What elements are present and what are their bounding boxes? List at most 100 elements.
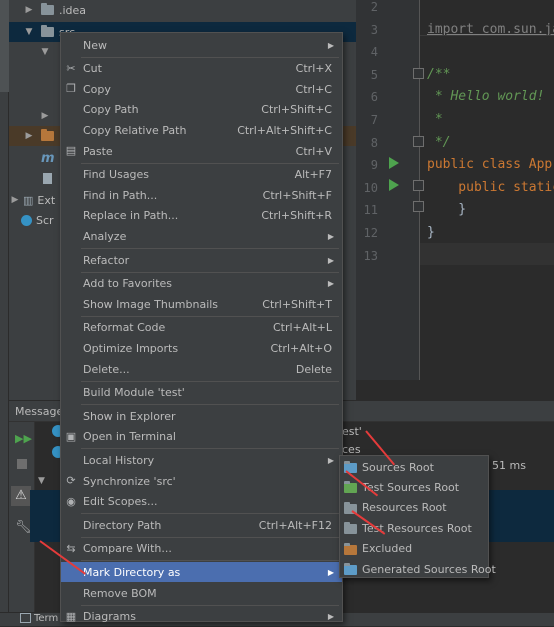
submenu-item-test-resources-root[interactable]: Test Resources Root [340, 518, 488, 538]
folder-icon [344, 563, 357, 575]
tree-row-idea[interactable]: ▶ .idea [9, 0, 356, 20]
menu-item-cut[interactable]: ✂ Cut Ctrl+X [61, 59, 342, 79]
submenu-item-excluded[interactable]: Excluded [340, 539, 488, 559]
menu-separator [81, 448, 339, 450]
submenu-arrow-icon: ▶ [327, 40, 334, 50]
compare-icon: ⇆ [66, 541, 76, 555]
menu-item-show-image-thumbnails[interactable]: Show Image Thumbnails Ctrl+Shift+T [61, 294, 342, 314]
project-tool-tab[interactable] [0, 0, 9, 92]
menu-item-show-in-explorer[interactable]: Show in Explorer [61, 406, 342, 426]
message-fragment: est' [342, 425, 362, 438]
menu-item-copy-path[interactable]: Copy Path Ctrl+Shift+C [61, 100, 342, 120]
menu-item-label: Reformat Code [83, 321, 166, 335]
rerun-icon[interactable]: ▶▶ [15, 432, 32, 445]
line-number: 6 [370, 90, 378, 105]
maven-icon: m [41, 150, 55, 166]
menu-item-label: Mark Directory as [83, 565, 181, 579]
menu-item-paste[interactable]: ▤ Paste Ctrl+V [61, 141, 342, 161]
menu-item-open-in-terminal[interactable]: ▣ Open in Terminal [61, 427, 342, 447]
code-line[interactable]: * Hello world! [427, 89, 545, 104]
menu-item-delete[interactable]: Delete... Delete [61, 359, 342, 379]
warning-icon[interactable]: ⚠ [11, 486, 31, 506]
menu-item-directory-path[interactable]: Directory Path Ctrl+Alt+F12 [61, 515, 342, 535]
menu-item-add-to-favorites[interactable]: Add to Favorites ▶ [61, 274, 342, 294]
sync-icon: ⟳ [66, 474, 76, 487]
menu-item-label: Analyze [83, 229, 127, 243]
code-line[interactable]: public static [427, 180, 554, 195]
expand-arrow-icon[interactable]: ▶ [39, 111, 51, 121]
menu-item-edit-scopes[interactable]: ◉ Edit Scopes... [61, 492, 342, 512]
message-duration: 51 ms [492, 459, 526, 472]
menu-item-optimize-imports[interactable]: Optimize Imports Ctrl+Alt+O [61, 338, 342, 358]
expand-arrow-icon[interactable]: ▶ [23, 5, 35, 15]
menu-item-label: Edit Scopes... [83, 495, 158, 509]
fold-icon[interactable] [413, 68, 424, 79]
menu-item-replace-in-path[interactable]: Replace in Path... Ctrl+Shift+R [61, 206, 342, 226]
terminal-tab-label[interactable]: Term [34, 613, 58, 624]
menu-item-shortcut: Ctrl+X [295, 62, 332, 76]
menu-item-shortcut: Ctrl+Alt+L [272, 321, 332, 335]
line-number: 4 [370, 45, 378, 60]
menu-item-synchronize-src[interactable]: ⟳ Synchronize 'src' [61, 471, 342, 491]
run-gutter-icon[interactable] [389, 157, 399, 169]
menu-item-local-history[interactable]: Local History ▶ [61, 450, 342, 470]
code-line[interactable]: } [427, 202, 466, 217]
expand-arrow-icon[interactable]: ▶ [9, 195, 21, 205]
menu-item-refactor[interactable]: Refactor ▶ [61, 250, 342, 270]
code-line[interactable]: public class App [427, 157, 552, 172]
menu-separator [81, 315, 339, 317]
menu-item-compare-with[interactable]: ⇆ Compare With... [61, 539, 342, 559]
folder-icon [344, 522, 357, 535]
stop-icon[interactable] [17, 459, 27, 469]
collapse-arrow-icon[interactable]: ▼ [23, 27, 35, 37]
submenu-item-label: Excluded [362, 542, 413, 556]
line-number: 7 [370, 113, 378, 127]
menu-item-label: Diagrams [83, 610, 136, 624]
code-line[interactable]: /** [427, 67, 450, 82]
menu-item-find-usages[interactable]: Find Usages Alt+F7 [61, 165, 342, 185]
collapse-arrow-icon[interactable]: ▼ [39, 47, 51, 57]
code-line[interactable]: * [427, 112, 443, 127]
menu-item-label: Replace in Path... [83, 209, 179, 223]
menu-item-reformat-code[interactable]: Reformat Code Ctrl+Alt+L [61, 318, 342, 338]
submenu-arrow-icon: ▶ [327, 231, 334, 241]
submenu-arrow-icon: ▶ [327, 255, 334, 265]
menu-item-shortcut: Ctrl+Shift+T [262, 297, 332, 311]
menu-item-analyze[interactable]: Analyze ▶ [61, 226, 342, 246]
menu-separator [81, 404, 339, 406]
terminal-icon: ▣ [65, 429, 77, 443]
submenu-item-label: Sources Root [362, 460, 434, 474]
tree-item-label: .idea [59, 3, 87, 17]
submenu-item-test-sources-root[interactable]: Test Sources Root [340, 477, 488, 497]
menu-item-shortcut: Ctrl+Shift+F [262, 188, 332, 202]
run-gutter-icon[interactable] [389, 179, 399, 191]
fold-icon[interactable] [413, 201, 424, 212]
submenu-item-resources-root[interactable]: Resources Root [340, 498, 488, 518]
code-line[interactable]: } [427, 225, 435, 240]
menu-item-find-in-path[interactable]: Find in Path... Ctrl+Shift+F [61, 185, 342, 205]
fold-icon[interactable] [413, 136, 424, 147]
menu-item-build-module-test[interactable]: Build Module 'test' [61, 383, 342, 403]
menu-item-copy-relative-path[interactable]: Copy Relative Path Ctrl+Alt+Shift+C [61, 120, 342, 140]
scratch-icon [21, 214, 32, 226]
menu-item-shortcut: Ctrl+C [295, 82, 332, 96]
current-line-highlight [420, 243, 554, 265]
menu-separator [81, 560, 339, 562]
fold-icon[interactable] [413, 180, 424, 191]
collapse-arrow-icon[interactable]: ▼ [38, 476, 45, 486]
code-line[interactable]: */ [427, 135, 451, 150]
menu-item-shortcut: Ctrl+Alt+O [270, 341, 332, 355]
menu-separator [81, 162, 339, 164]
menu-item-mark-directory-as[interactable]: Mark Directory as ▶ [61, 562, 342, 583]
folder-icon [41, 129, 54, 141]
menu-separator [81, 56, 339, 58]
menu-item-new[interactable]: New ▶ [61, 35, 342, 55]
submenu-item-generated-sources-root[interactable]: Generated Sources Root [340, 559, 496, 579]
menu-item-remove-bom[interactable]: Remove BOM [61, 583, 342, 603]
menu-separator [81, 513, 339, 515]
submenu-item-sources-root[interactable]: Sources Root [340, 457, 488, 477]
expand-arrow-icon[interactable]: ▶ [23, 131, 35, 141]
menu-item-copy[interactable]: ❐ Copy Ctrl+C [61, 79, 342, 99]
line-number: 10 [363, 180, 378, 195]
menu-item-diagrams[interactable]: ▦ Diagrams ▶ [61, 607, 342, 627]
